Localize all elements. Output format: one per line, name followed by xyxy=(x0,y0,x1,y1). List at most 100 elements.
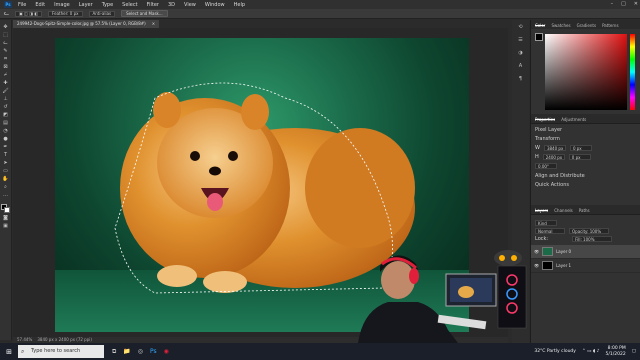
background-color[interactable] xyxy=(4,207,10,213)
blend-mode-select[interactable]: Normal xyxy=(535,228,565,234)
screen-mode-icon[interactable]: ▣ xyxy=(2,223,9,229)
selection-mode-buttons[interactable]: ▣ ◫ ◨ ◧ xyxy=(15,10,43,17)
h-label: H xyxy=(535,154,539,160)
height-field[interactable]: 2400 px xyxy=(542,154,565,160)
task-view-icon[interactable]: ⧉ xyxy=(112,348,116,356)
opacity-field[interactable]: Opacity: 100% xyxy=(569,228,609,234)
marquee-tool-icon[interactable]: ⬚ xyxy=(2,32,9,38)
select-and-mask-button[interactable]: Select and Mask... xyxy=(121,10,168,17)
x-field[interactable]: 0 px xyxy=(569,145,592,151)
menu-file[interactable]: File xyxy=(18,2,26,8)
adjustments-icon[interactable]: ◑ xyxy=(518,50,522,56)
kind-filter[interactable]: Kind xyxy=(535,220,557,226)
libraries-icon[interactable]: ☰ xyxy=(518,37,522,43)
menu-filter[interactable]: Filter xyxy=(147,2,159,8)
layer-name[interactable]: Layer 0 xyxy=(556,249,571,254)
lasso-tool-icon[interactable]: ᓚ xyxy=(2,40,9,46)
tab-patterns[interactable]: Patterns xyxy=(602,23,618,28)
crop-tool-icon[interactable]: ⌗ xyxy=(2,56,9,62)
windows-start-icon[interactable]: ⊞ xyxy=(0,343,18,360)
zoom-level[interactable]: 57.44% xyxy=(17,337,32,342)
minimize-icon[interactable]: – xyxy=(611,1,614,7)
menu-image[interactable]: Image xyxy=(54,2,70,8)
frame-tool-icon[interactable]: ⊠ xyxy=(2,64,9,70)
photoshop-logo-icon: Ps xyxy=(4,1,12,8)
visibility-eye-icon[interactable]: 👁 xyxy=(534,249,539,254)
layer-row[interactable]: 👁 Layer 0 xyxy=(531,245,640,259)
media-app-icon[interactable]: ◉ xyxy=(164,348,169,356)
blur-tool-icon[interactable]: ◔ xyxy=(2,128,9,134)
menu-layer[interactable]: Layer xyxy=(79,2,93,8)
clock[interactable]: 8:00 PM 5/1/2022 xyxy=(606,346,626,358)
photoshop-taskbar-icon[interactable]: Ps xyxy=(150,348,157,356)
layer-name[interactable]: Layer 1 xyxy=(556,263,571,268)
tab-properties[interactable]: Properties xyxy=(535,117,556,122)
visibility-eye-icon[interactable]: 👁 xyxy=(534,263,539,268)
align-header[interactable]: Align and Distribute xyxy=(535,173,636,179)
eyedropper-tool-icon[interactable]: ⌿ xyxy=(2,72,9,78)
width-field[interactable]: 3840 px xyxy=(543,145,566,151)
history-brush-icon[interactable]: ↺ xyxy=(2,104,9,110)
layer-row[interactable]: 👁 Layer 1 xyxy=(531,259,640,273)
quick-actions-header[interactable]: Quick Actions xyxy=(535,182,636,188)
menu-3d[interactable]: 3D xyxy=(168,2,175,8)
tab-channels[interactable]: Channels xyxy=(554,208,573,213)
layer-thumbnail xyxy=(542,247,554,256)
color-picker-field[interactable] xyxy=(545,34,627,110)
history-icon[interactable]: ⟲ xyxy=(518,24,522,30)
gradient-tool-icon[interactable]: ▤ xyxy=(2,120,9,126)
more-tools-icon[interactable]: … xyxy=(2,192,9,198)
menu-view[interactable]: View xyxy=(184,2,196,8)
file-explorer-icon[interactable]: 📁 xyxy=(123,348,130,356)
maximize-icon[interactable]: □ xyxy=(621,1,626,7)
feather-field[interactable]: Feather: 0 px xyxy=(48,10,83,17)
y-field[interactable]: 0 px xyxy=(568,154,591,160)
angle-field[interactable]: 0.00° xyxy=(535,163,557,169)
color-panel xyxy=(531,29,640,114)
close-tab-icon[interactable]: × xyxy=(152,20,155,28)
lock-label: Lock: xyxy=(535,236,549,242)
path-select-tool-icon[interactable]: ➤ xyxy=(2,160,9,166)
tray-icons[interactable]: ⌃ ▭ ◖ ♪ xyxy=(582,349,600,354)
tab-color[interactable]: Color xyxy=(535,23,546,28)
menu-help[interactable]: Help xyxy=(234,2,245,8)
hand-tool-icon[interactable]: ✋ xyxy=(2,176,9,182)
weather-widget[interactable]: 32°C Partly cloudy xyxy=(534,349,576,354)
stamp-tool-icon[interactable]: ⊥ xyxy=(2,96,9,102)
type-tool-icon[interactable]: T xyxy=(2,152,9,158)
pen-tool-icon[interactable]: ✒ xyxy=(2,144,9,150)
move-tool-icon[interactable]: ✥ xyxy=(2,24,9,30)
fill-field[interactable]: Fill: 100% xyxy=(572,236,613,242)
eraser-tool-icon[interactable]: ◩ xyxy=(2,112,9,118)
hue-slider[interactable] xyxy=(630,34,635,110)
current-color-swatch[interactable] xyxy=(535,33,543,41)
character-icon[interactable]: A xyxy=(519,63,522,69)
close-icon[interactable]: ✕ xyxy=(634,1,638,7)
menu-edit[interactable]: Edit xyxy=(35,2,45,8)
quick-select-tool-icon[interactable]: ✎ xyxy=(2,48,9,54)
tab-paths[interactable]: Paths xyxy=(579,208,590,213)
shape-tool-icon[interactable]: ▭ xyxy=(2,168,9,174)
menu-window[interactable]: Window xyxy=(205,2,225,8)
right-panels: Color Swatches Gradients Patterns Proper… xyxy=(530,20,640,343)
tab-gradients[interactable]: Gradients xyxy=(577,23,597,28)
quick-mask-icon[interactable]: ◙ xyxy=(2,215,9,221)
document-tab[interactable]: 249942-Dogs-Spitz-Simple-color.jpg @ 57.… xyxy=(13,20,160,28)
menu-select[interactable]: Select xyxy=(122,2,137,8)
healing-brush-icon[interactable]: ✚ xyxy=(2,80,9,86)
antialias-checkbox[interactable]: Anti-alias xyxy=(88,10,116,17)
menu-type[interactable]: Type xyxy=(102,2,113,8)
paragraph-icon[interactable]: ¶ xyxy=(519,76,522,82)
browser-icon[interactable]: ◎ xyxy=(138,348,143,356)
brush-tool-icon[interactable]: 🖌 xyxy=(2,88,9,94)
tab-swatches[interactable]: Swatches xyxy=(551,23,570,28)
transform-header[interactable]: Transform xyxy=(535,136,636,142)
taskbar-search[interactable]: ⌕ Type here to search xyxy=(18,345,104,358)
lasso-tool-icon[interactable]: ᓚ xyxy=(4,10,9,17)
tab-layers[interactable]: Layers xyxy=(535,208,549,213)
zoom-tool-icon[interactable]: ⌕ xyxy=(2,184,9,190)
dodge-tool-icon[interactable]: ● xyxy=(2,136,9,142)
tab-adjustments[interactable]: Adjustments xyxy=(561,117,586,122)
color-swatches[interactable] xyxy=(1,204,10,213)
notifications-icon[interactable]: ▢ xyxy=(632,349,636,354)
